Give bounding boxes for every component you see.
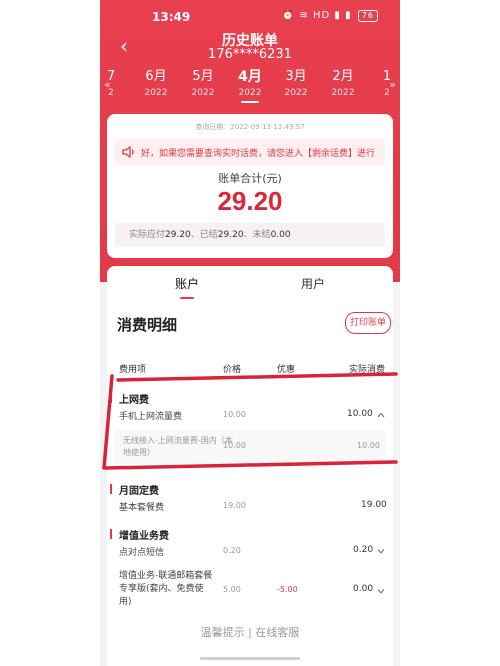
header-discount: 优惠: [277, 365, 296, 375]
total-label: 账单合计(元): [218, 172, 282, 185]
status-bar: 13:49 ⏰ ≋ HD ▮ ▮ 76: [100, 8, 400, 26]
speaker-icon: [122, 145, 134, 159]
bill-summary-card: 查询日期：2022-09-13 13:49:57 好，如果您需要查询实时话费，请…: [107, 114, 393, 258]
month-item-7[interactable]: 72: [100, 68, 126, 100]
row-discount: -5.00: [277, 585, 298, 594]
section-title-internet: 上网费: [119, 395, 149, 406]
phone-screen: 13:49 ⏰ ≋ HD ▮ ▮ 76 ‹ 历史账单 176****6231 «…: [100, 0, 400, 666]
row-price: 0.20: [223, 546, 241, 555]
month-item-5[interactable]: 5月 2022: [181, 68, 225, 100]
consumption-detail: 消费明细 打印账单 费用项 价格 优惠 实际消费 上网费 手机上网流量费 10.…: [107, 302, 393, 666]
month-item-4[interactable]: 4月 2022: [228, 68, 272, 103]
section-marker: [110, 484, 112, 494]
total-value: 29.20: [217, 186, 283, 216]
sub-row-price: 10.00: [223, 441, 246, 450]
detail-title: 消费明细: [117, 316, 178, 334]
phone-number: 176****6231: [208, 47, 292, 62]
section-marker: [110, 529, 112, 539]
chevron-down-icon[interactable]: [377, 587, 385, 595]
print-bill-button[interactable]: 打印账单: [344, 312, 391, 334]
scroll-right-icon[interactable]: »: [389, 78, 396, 91]
sub-row-name: 无线接入-上网流量费-国内（本地使用）: [123, 436, 233, 457]
payment-breakdown: 实际应付29.20、已结29.20、未结0.00: [115, 223, 385, 247]
row-fee: 0.20: [353, 545, 374, 555]
status-icons-glyphs: ⏰ ≋ HD ▮ ▮: [281, 10, 352, 21]
section-marker: [110, 393, 112, 403]
tab-bar: 账户 用户: [107, 266, 393, 302]
header-actual: 实际消费: [349, 365, 386, 375]
header-item: 费用项: [119, 365, 147, 375]
row-price: 10.00: [223, 410, 246, 419]
sub-row-fee: 10.00: [357, 441, 380, 450]
sub-row: 无线接入-上网流量费-国内（本地使用） 10.00 10.00: [115, 430, 385, 464]
row-fee: 19.00: [361, 500, 387, 510]
battery-icon: 76: [357, 10, 378, 22]
row-name: 基本套餐费: [119, 503, 165, 513]
status-icons: ⏰ ≋ HD ▮ ▮ 76: [282, 10, 378, 22]
status-time: 13:49: [152, 10, 191, 24]
row-price: 5.00: [223, 585, 241, 594]
row-fee: 0.00: [353, 584, 374, 594]
month-item-6[interactable]: 6月 2022: [134, 68, 178, 100]
chevron-down-icon[interactable]: [377, 547, 385, 555]
unpaid-value: 0.00: [270, 230, 291, 240]
notice-banner[interactable]: 好，如果您需要查询实时话费，请您进入【剩余话费】进行: [115, 139, 385, 165]
query-date: 查询日期：2022-09-13 13:49:57: [195, 123, 305, 131]
row-name[interactable]: 点对点短信: [119, 545, 164, 558]
tab-account[interactable]: 账户: [175, 275, 199, 299]
footer-hint[interactable]: 温馨提示 | 在线客服: [100, 624, 400, 640]
row-fee: 10.00: [347, 409, 373, 419]
section-title-vas: 增值业务费: [119, 531, 169, 542]
paid-value: 29.20: [217, 230, 244, 240]
due-value: 29.20: [165, 230, 191, 240]
month-item-2[interactable]: 2月 2022: [321, 68, 365, 100]
header-price: 价格: [223, 365, 242, 375]
chevron-up-icon[interactable]: [377, 411, 385, 419]
row-name[interactable]: 增值业务-联通邮箱套餐专享版(套内、免费使用): [119, 570, 214, 609]
section-title-monthly: 月固定费: [119, 486, 159, 497]
home-indicator: [200, 657, 300, 660]
row-price: 19.00: [223, 501, 246, 510]
tab-user[interactable]: 用户: [301, 275, 325, 292]
month-item-3[interactable]: 3月 2022: [274, 68, 318, 100]
notice-text: 好，如果您需要查询实时话费，请您进入【剩余话费】进行: [141, 149, 376, 159]
month-selector: « 72 6月 2022 5月 2022 4月 2022 3月 2022 2月 2022 …: [100, 68, 400, 106]
row-name[interactable]: 手机上网流量费: [119, 409, 182, 422]
